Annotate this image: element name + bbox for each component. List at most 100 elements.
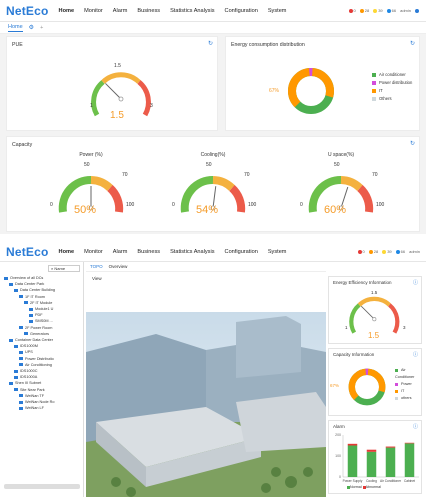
energy-panel: Energy consumption distribution ↻ 67% Ai…: [225, 36, 420, 131]
folder-icon: [29, 307, 33, 311]
legend-item[interactable]: others: [395, 395, 421, 402]
energy-legend: Air conditioner Power distribution IT Ot…: [372, 71, 412, 103]
tree-node-label: WeiNan LF: [25, 406, 44, 411]
nav-home[interactable]: Home: [59, 8, 75, 14]
bar-abnormal[interactable]: [366, 449, 377, 452]
efficiency-info-icon[interactable]: ⓘ: [413, 279, 418, 286]
tree-node-label: Shen III Subnet: [15, 381, 42, 386]
legend-item[interactable]: IT: [395, 388, 421, 395]
eff-min: 1: [345, 325, 348, 330]
folder-icon: [9, 338, 13, 342]
capinfo-legend: Air Conditioner Power IT others: [395, 367, 421, 402]
cooling-value: 54%: [196, 204, 219, 216]
nav-system[interactable]: System: [268, 249, 287, 255]
legend-item[interactable]: Power distribution: [372, 79, 412, 87]
nav-statistics[interactable]: Statistics Analysis: [170, 8, 214, 14]
status-major[interactable]: 28: [359, 8, 369, 13]
bar-abnormal[interactable]: [347, 443, 358, 446]
x-tick-label: Cabinet: [404, 479, 415, 483]
nav-business[interactable]: Business: [137, 249, 160, 255]
capacity-refresh-icon[interactable]: ↻: [410, 140, 415, 147]
tree-node-label: Data Center Park: [15, 282, 45, 287]
add-tab-icon[interactable]: +: [40, 25, 43, 31]
pue-max-tick: 3: [150, 103, 153, 109]
folder-icon: [19, 394, 23, 398]
legend-swatch: [395, 382, 398, 386]
nav-statistics[interactable]: Statistics Analysis: [170, 249, 214, 255]
folder-icon: [29, 319, 33, 323]
bar-normal[interactable]: [347, 445, 358, 478]
uspace-value: 60%: [324, 204, 347, 216]
user-icon[interactable]: [415, 8, 419, 13]
home-tab[interactable]: Home: [8, 24, 23, 32]
topology-view: TOPO Overview View: [86, 262, 326, 497]
alarm-info-icon[interactable]: ⓘ: [413, 423, 418, 430]
critical-dot-icon: [348, 8, 353, 13]
sub-toolbar: Home ⚙ +: [0, 22, 426, 34]
bar-normal[interactable]: [404, 443, 415, 477]
tree-node[interactable]: WeiNan LF: [4, 405, 55, 411]
status-critical[interactable]: 0: [357, 249, 365, 254]
folder-icon: [19, 350, 23, 354]
energy-refresh-icon[interactable]: ↻: [410, 40, 415, 47]
tree-search-label: Name: [54, 266, 66, 271]
legend-item[interactable]: Air conditioner: [372, 71, 412, 79]
tree-node-label: Site Near Park: [20, 387, 45, 392]
legend-item[interactable]: IT: [372, 87, 412, 95]
status-major[interactable]: 28: [368, 249, 378, 254]
bar-normal[interactable]: [385, 447, 396, 477]
datacenter-3d-render[interactable]: [86, 312, 326, 497]
tree-search-box[interactable]: ⌕ Name: [48, 265, 80, 272]
power-value: 50%: [74, 204, 97, 216]
legend-item[interactable]: Others: [372, 95, 412, 103]
status-warning[interactable]: 66: [386, 8, 396, 13]
cooling-gauge-wrap: Cooling(%) 50 70 0 100 54%: [166, 148, 260, 228]
tab-overview[interactable]: Overview: [109, 264, 128, 269]
x-tick-label: Cooling: [366, 479, 377, 483]
folder-icon: [14, 288, 18, 292]
legend-normal[interactable]: Normal: [347, 485, 362, 489]
bar-normal[interactable]: [366, 451, 377, 477]
tree-node-label: Container Data Center: [15, 338, 53, 343]
status-warning[interactable]: 66: [395, 249, 405, 254]
status-critical[interactable]: 0: [348, 8, 356, 13]
legend-item[interactable]: Power: [395, 381, 421, 388]
top-navbar: NetEco Home Monitor Alarm Business Stati…: [0, 0, 426, 22]
capacity-info-icon[interactable]: ⓘ: [413, 351, 418, 358]
legend-item[interactable]: Air Conditioner: [395, 367, 421, 381]
user-name[interactable]: admin: [400, 8, 411, 13]
tree-node-label: Data Center Building: [20, 288, 56, 293]
alarm-panel: Alarm ⓘ 0 100 200 Power Supply Cooling Air Co…: [328, 420, 422, 494]
energy-donut: [288, 68, 334, 114]
user-name[interactable]: admin: [409, 249, 420, 254]
settings-icon[interactable]: ⚙: [29, 24, 34, 31]
status-minor[interactable]: 39: [382, 249, 392, 254]
tree-node-label: IDS1000A: [20, 375, 38, 380]
nav-alarm[interactable]: Alarm: [113, 249, 128, 255]
legend-abnormal[interactable]: Abnormal: [362, 485, 381, 489]
status-minor[interactable]: 39: [373, 8, 383, 13]
tree-node-label: 2F IT Module: [30, 300, 53, 305]
pue-title: PUE: [12, 42, 23, 48]
nav-system[interactable]: System: [268, 8, 287, 14]
tree-node-label: Generators: [30, 331, 49, 336]
major-dot-icon: [368, 249, 373, 254]
nav-monitor[interactable]: Monitor: [84, 249, 103, 255]
bar-abnormal[interactable]: [385, 446, 396, 448]
nav-alarm[interactable]: Alarm: [113, 8, 128, 14]
nav-configuration[interactable]: Configuration: [225, 249, 258, 255]
nav-configuration[interactable]: Configuration: [225, 8, 258, 14]
pue-min-tick: 1: [90, 103, 93, 109]
nav-business[interactable]: Business: [137, 8, 160, 14]
alarm-status-2: 0 28 39 66 admin: [357, 249, 420, 254]
tab-topo[interactable]: TOPO: [90, 264, 103, 269]
refresh-icon[interactable]: ↻: [208, 40, 213, 47]
tree-node-label: SMS0M ...: [35, 319, 53, 324]
nav-monitor[interactable]: Monitor: [84, 8, 103, 14]
horizontal-scrollbar[interactable]: [4, 484, 80, 489]
legend-swatch: [372, 80, 376, 85]
energy-percent: 67%: [269, 88, 280, 94]
nav-home[interactable]: Home: [59, 249, 75, 255]
y-tick-label: 200: [335, 433, 341, 437]
bar-abnormal[interactable]: [404, 442, 415, 444]
